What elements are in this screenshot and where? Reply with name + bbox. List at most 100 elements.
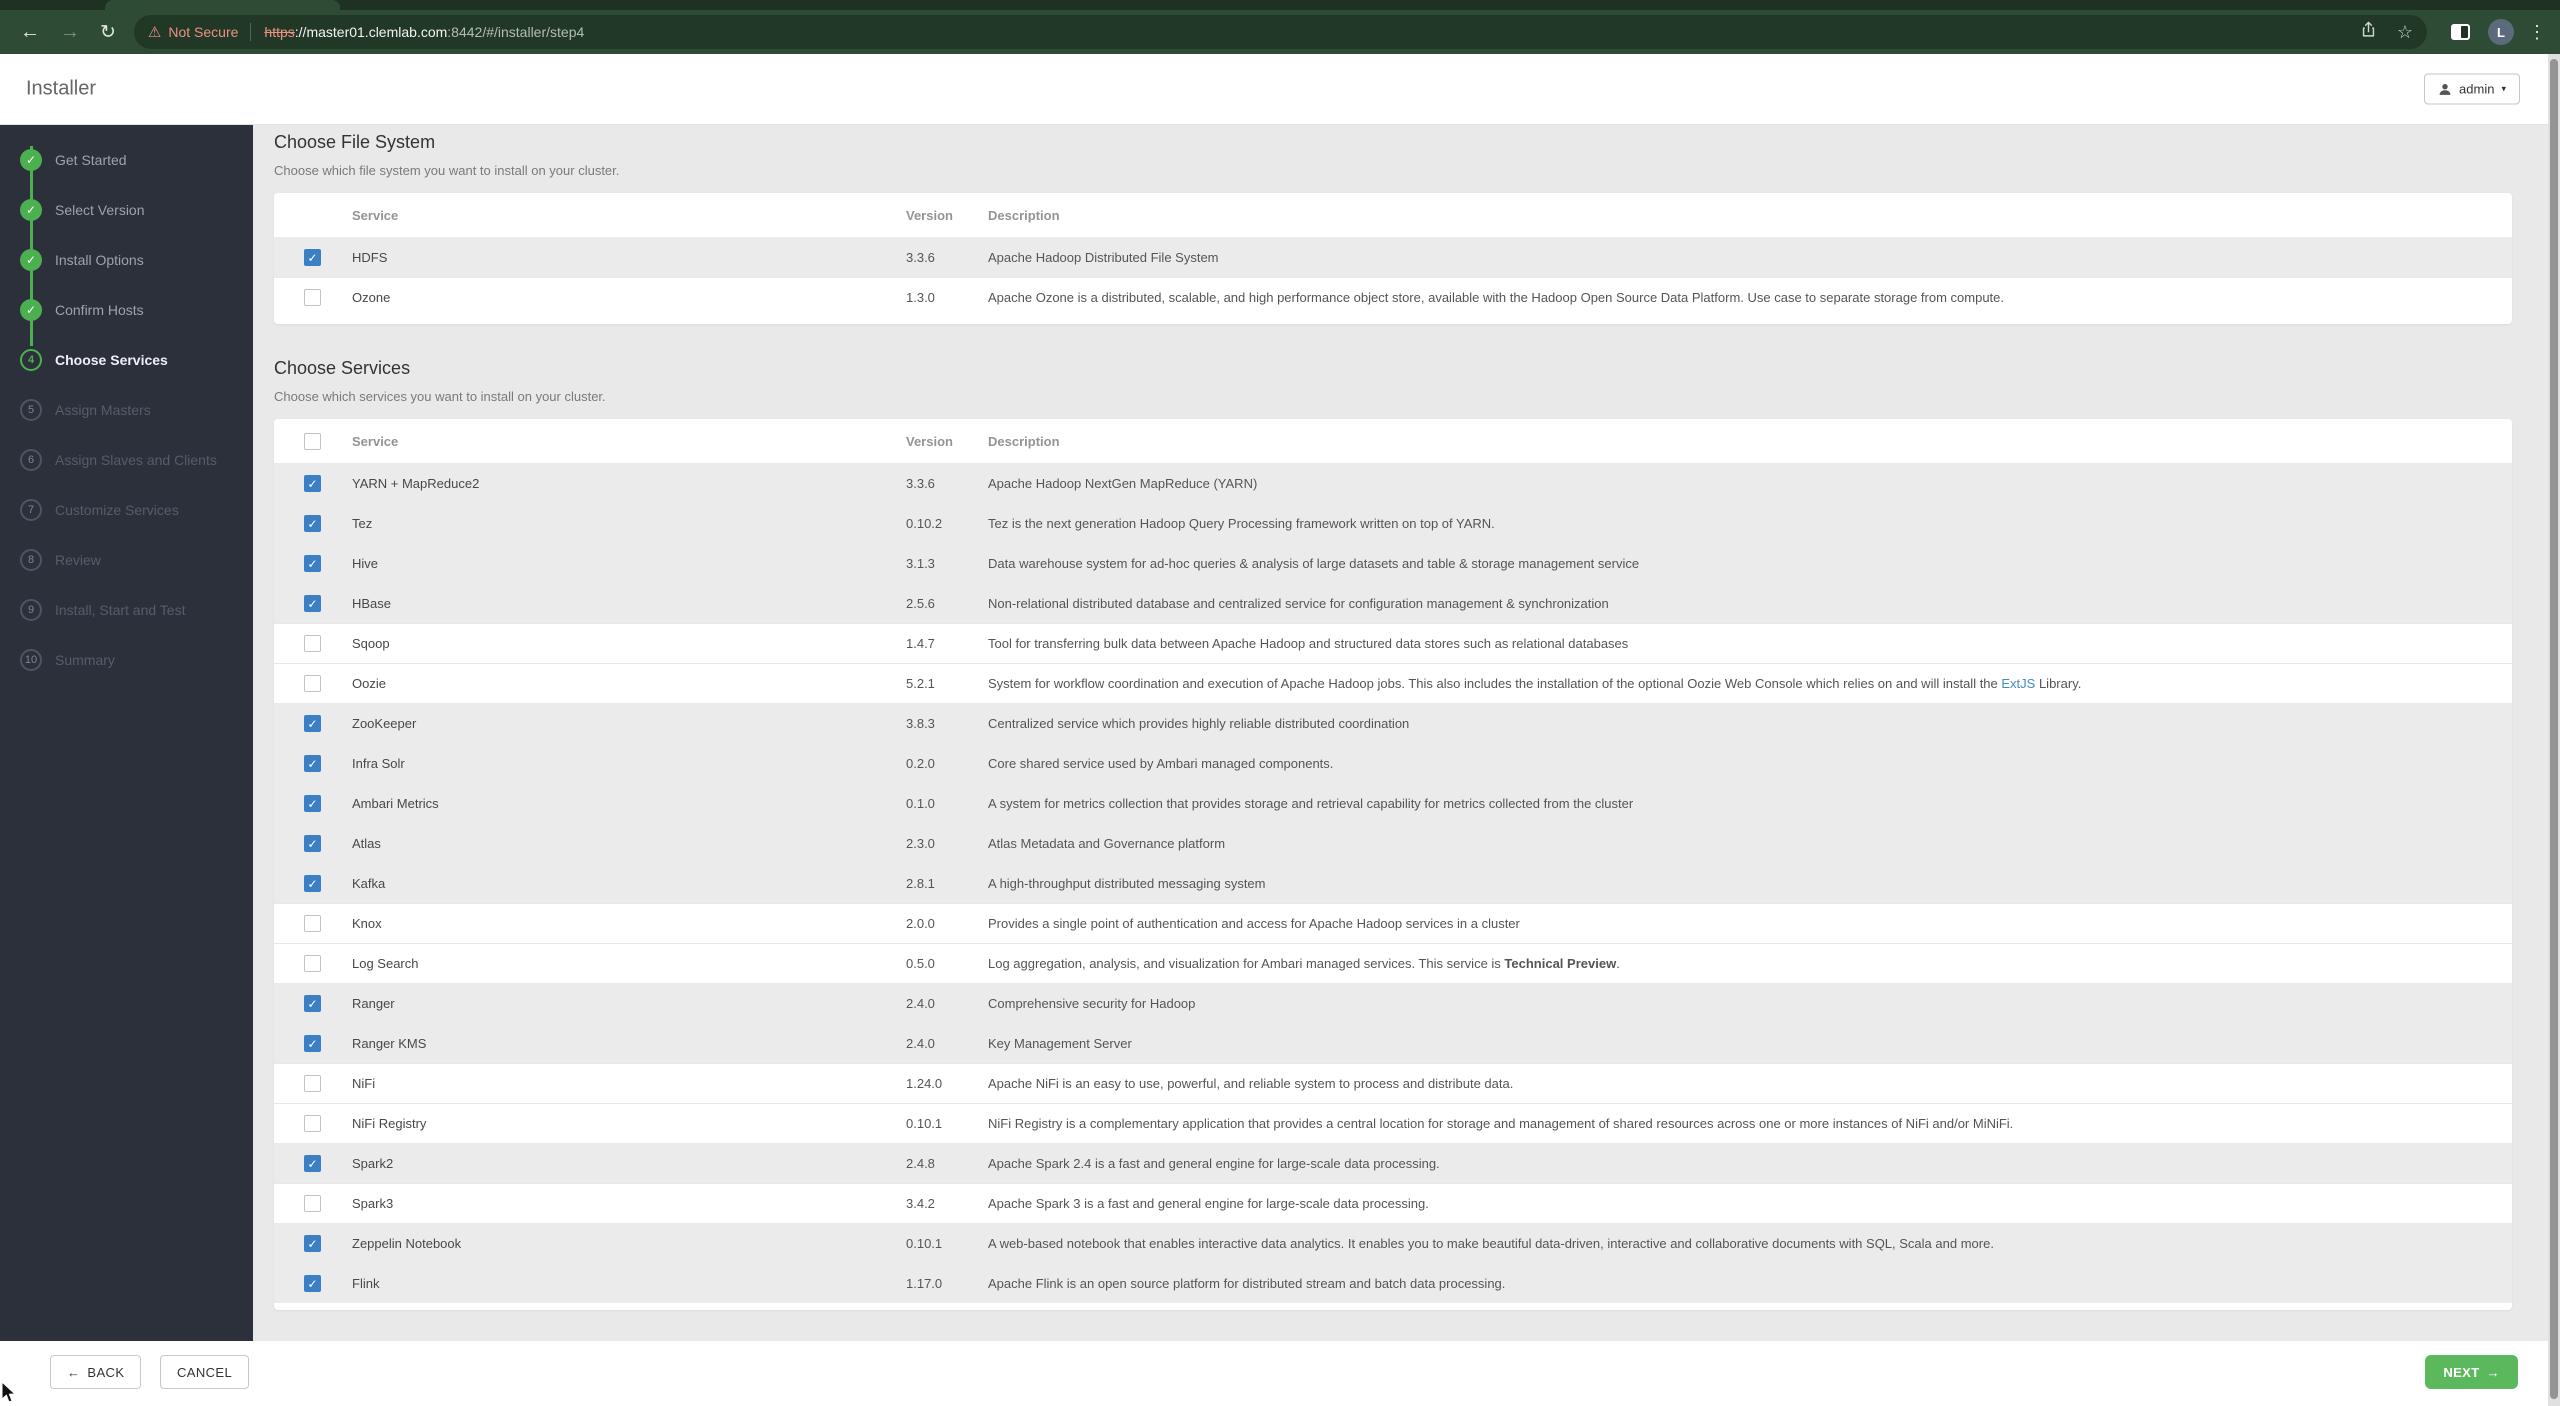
service-name: Tez bbox=[352, 516, 373, 531]
services-table-card: Service Version Description ✓ YARN + Map… bbox=[274, 419, 2512, 1310]
browser-reload-icon[interactable]: ↻ bbox=[100, 23, 116, 42]
side-panel-icon[interactable] bbox=[2451, 24, 2470, 40]
step-label: Install, Start and Test bbox=[55, 602, 186, 618]
service-version: 2.0.0 bbox=[906, 916, 935, 931]
wizard-step-install-start-and-test[interactable]: 9 Install, Start and Test bbox=[0, 585, 253, 635]
step-label: Assign Slaves and Clients bbox=[55, 452, 217, 468]
address-bar[interactable]: ⚠ Not Secure https://master01.clemlab.co… bbox=[133, 15, 2427, 49]
wizard-step-assign-masters[interactable]: 5 Assign Masters bbox=[0, 385, 253, 435]
wizard-step-assign-slaves-and-clients[interactable]: 6 Assign Slaves and Clients bbox=[0, 435, 253, 485]
service-row-hbase: ✓ HBase 2.5.6 Non-relational distributed… bbox=[274, 583, 2512, 624]
service-checkbox[interactable] bbox=[304, 1075, 321, 1093]
extjs-link[interactable]: ExtJS bbox=[2001, 676, 2035, 691]
bookmark-star-icon[interactable]: ☆ bbox=[2397, 23, 2413, 41]
service-checkbox[interactable]: ✓ bbox=[304, 835, 321, 853]
step-circle: 6 bbox=[20, 449, 42, 471]
service-version: 3.3.6 bbox=[906, 476, 935, 491]
description-text: Apache Ozone is a distributed, scalable,… bbox=[988, 290, 2005, 305]
wizard-step-install-options[interactable]: ✓ Install Options bbox=[0, 235, 253, 285]
not-secure-label[interactable]: Not Secure bbox=[168, 24, 238, 40]
browser-toolbar: ← → ↻ ⚠ Not Secure https://master01.clem… bbox=[0, 10, 2560, 54]
service-name: YARN + MapReduce2 bbox=[352, 476, 480, 491]
service-checkbox[interactable] bbox=[304, 955, 321, 973]
service-checkbox[interactable]: ✓ bbox=[304, 875, 321, 893]
service-version: 2.4.8 bbox=[906, 1156, 935, 1171]
service-checkbox[interactable]: ✓ bbox=[304, 595, 321, 613]
wizard-step-select-version[interactable]: ✓ Select Version bbox=[0, 185, 253, 235]
wizard-step-confirm-hosts[interactable]: ✓ Confirm Hosts bbox=[0, 285, 253, 335]
service-version: 5.2.1 bbox=[906, 676, 935, 691]
col-version: Version bbox=[906, 433, 953, 449]
service-checkbox[interactable] bbox=[304, 675, 321, 693]
service-row-oozie: Oozie 5.2.1 System for workflow coordina… bbox=[274, 663, 2512, 704]
file-system-section: Choose File System Choose which file sys… bbox=[274, 132, 2512, 324]
back-arrow-icon: ← bbox=[67, 1364, 81, 1380]
browser-active-tab[interactable] bbox=[105, 0, 340, 10]
scrollbar-thumb[interactable] bbox=[2550, 59, 2558, 1399]
not-secure-warning-icon[interactable]: ⚠ bbox=[148, 23, 161, 41]
col-description: Description bbox=[988, 433, 1060, 449]
main-content: Choose File System Choose which file sys… bbox=[253, 125, 2560, 1341]
service-description: Apache Spark 2.4 is a fast and general e… bbox=[988, 1144, 2512, 1184]
service-checkbox[interactable]: ✓ bbox=[304, 515, 321, 533]
step-circle: ✓ bbox=[20, 199, 42, 221]
service-name: ZooKeeper bbox=[352, 716, 417, 731]
next-button[interactable]: NEXT → bbox=[2425, 1355, 2518, 1389]
share-icon[interactable] bbox=[2360, 21, 2377, 43]
step-circle: 4 bbox=[20, 349, 42, 371]
wizard-step-review[interactable]: 8 Review bbox=[0, 535, 253, 585]
service-name: HDFS bbox=[352, 250, 388, 265]
service-checkbox[interactable]: ✓ bbox=[304, 755, 321, 773]
service-row-spark2: ✓ Spark2 2.4.8 Apache Spark 2.4 is a fas… bbox=[274, 1143, 2512, 1184]
service-name: Zeppelin Notebook bbox=[352, 1236, 462, 1251]
browser-profile-avatar[interactable]: L bbox=[2488, 19, 2514, 45]
service-checkbox[interactable]: ✓ bbox=[304, 249, 321, 267]
service-row-atlas: ✓ Atlas 2.3.0 Atlas Metadata and Governa… bbox=[274, 823, 2512, 864]
wizard-step-get-started[interactable]: ✓ Get Started bbox=[0, 135, 253, 185]
chevron-down-icon: ▾ bbox=[2501, 83, 2506, 94]
url-text[interactable]: https://master01.clemlab.com:8442/#/inst… bbox=[264, 24, 584, 40]
mouse-cursor bbox=[1, 1382, 17, 1403]
service-checkbox[interactable] bbox=[304, 289, 321, 307]
service-checkbox[interactable]: ✓ bbox=[304, 555, 321, 573]
wizard-step-choose-services[interactable]: 4 Choose Services bbox=[0, 335, 253, 385]
service-description: Centralized service which provides highl… bbox=[988, 704, 2512, 744]
description-text: Comprehensive security for Hadoop bbox=[988, 996, 1196, 1011]
step-label: Install Options bbox=[55, 252, 144, 268]
service-checkbox[interactable]: ✓ bbox=[304, 1235, 321, 1253]
browser-menu-icon[interactable]: ⋮ bbox=[2528, 23, 2546, 41]
service-checkbox[interactable] bbox=[304, 1115, 321, 1133]
browser-forward-icon[interactable]: → bbox=[60, 22, 80, 42]
service-checkbox[interactable]: ✓ bbox=[304, 1035, 321, 1053]
service-version: 1.17.0 bbox=[906, 1276, 943, 1291]
service-row-yarn-mapreduce2: ✓ YARN + MapReduce2 3.3.6 Apache Hadoop … bbox=[274, 463, 2512, 504]
service-checkbox[interactable]: ✓ bbox=[304, 715, 321, 733]
page-scrollbar[interactable] bbox=[2548, 54, 2560, 1406]
cancel-button[interactable]: CANCEL bbox=[160, 1355, 250, 1389]
back-button[interactable]: ← BACK bbox=[50, 1355, 142, 1389]
next-button-label: NEXT bbox=[2443, 1364, 2480, 1380]
step-circle: 10 bbox=[20, 649, 42, 671]
section-subtitle: Choose which services you want to instal… bbox=[274, 389, 606, 404]
page-title: Installer bbox=[26, 77, 97, 100]
description-text: Apache Hadoop Distributed File System bbox=[988, 250, 1219, 265]
service-description: Data warehouse system for ad-hoc queries… bbox=[988, 544, 2512, 584]
wizard-step-summary[interactable]: 10 Summary bbox=[0, 635, 253, 685]
service-checkbox[interactable] bbox=[304, 635, 321, 653]
wizard-step-customize-services[interactable]: 7 Customize Services bbox=[0, 485, 253, 535]
service-row-hive: ✓ Hive 3.1.3 Data warehouse system for a… bbox=[274, 543, 2512, 584]
browser-back-icon[interactable]: ← bbox=[20, 22, 40, 42]
service-row-spark3: Spark3 3.4.2 Apache Spark 3 is a fast an… bbox=[274, 1183, 2512, 1224]
url-host: ://master01.clemlab.com bbox=[294, 24, 448, 40]
step-label: Confirm Hosts bbox=[55, 302, 144, 318]
service-checkbox[interactable]: ✓ bbox=[304, 475, 321, 493]
service-checkbox[interactable]: ✓ bbox=[304, 1275, 321, 1293]
select-all-checkbox[interactable] bbox=[304, 432, 321, 450]
service-checkbox[interactable]: ✓ bbox=[304, 795, 321, 813]
service-checkbox[interactable]: ✓ bbox=[304, 1155, 321, 1173]
service-checkbox[interactable] bbox=[304, 915, 321, 933]
service-version: 3.4.2 bbox=[906, 1196, 935, 1211]
service-checkbox[interactable]: ✓ bbox=[304, 995, 321, 1013]
service-checkbox[interactable] bbox=[304, 1195, 321, 1213]
admin-user-menu[interactable]: admin ▾ bbox=[2424, 73, 2520, 105]
